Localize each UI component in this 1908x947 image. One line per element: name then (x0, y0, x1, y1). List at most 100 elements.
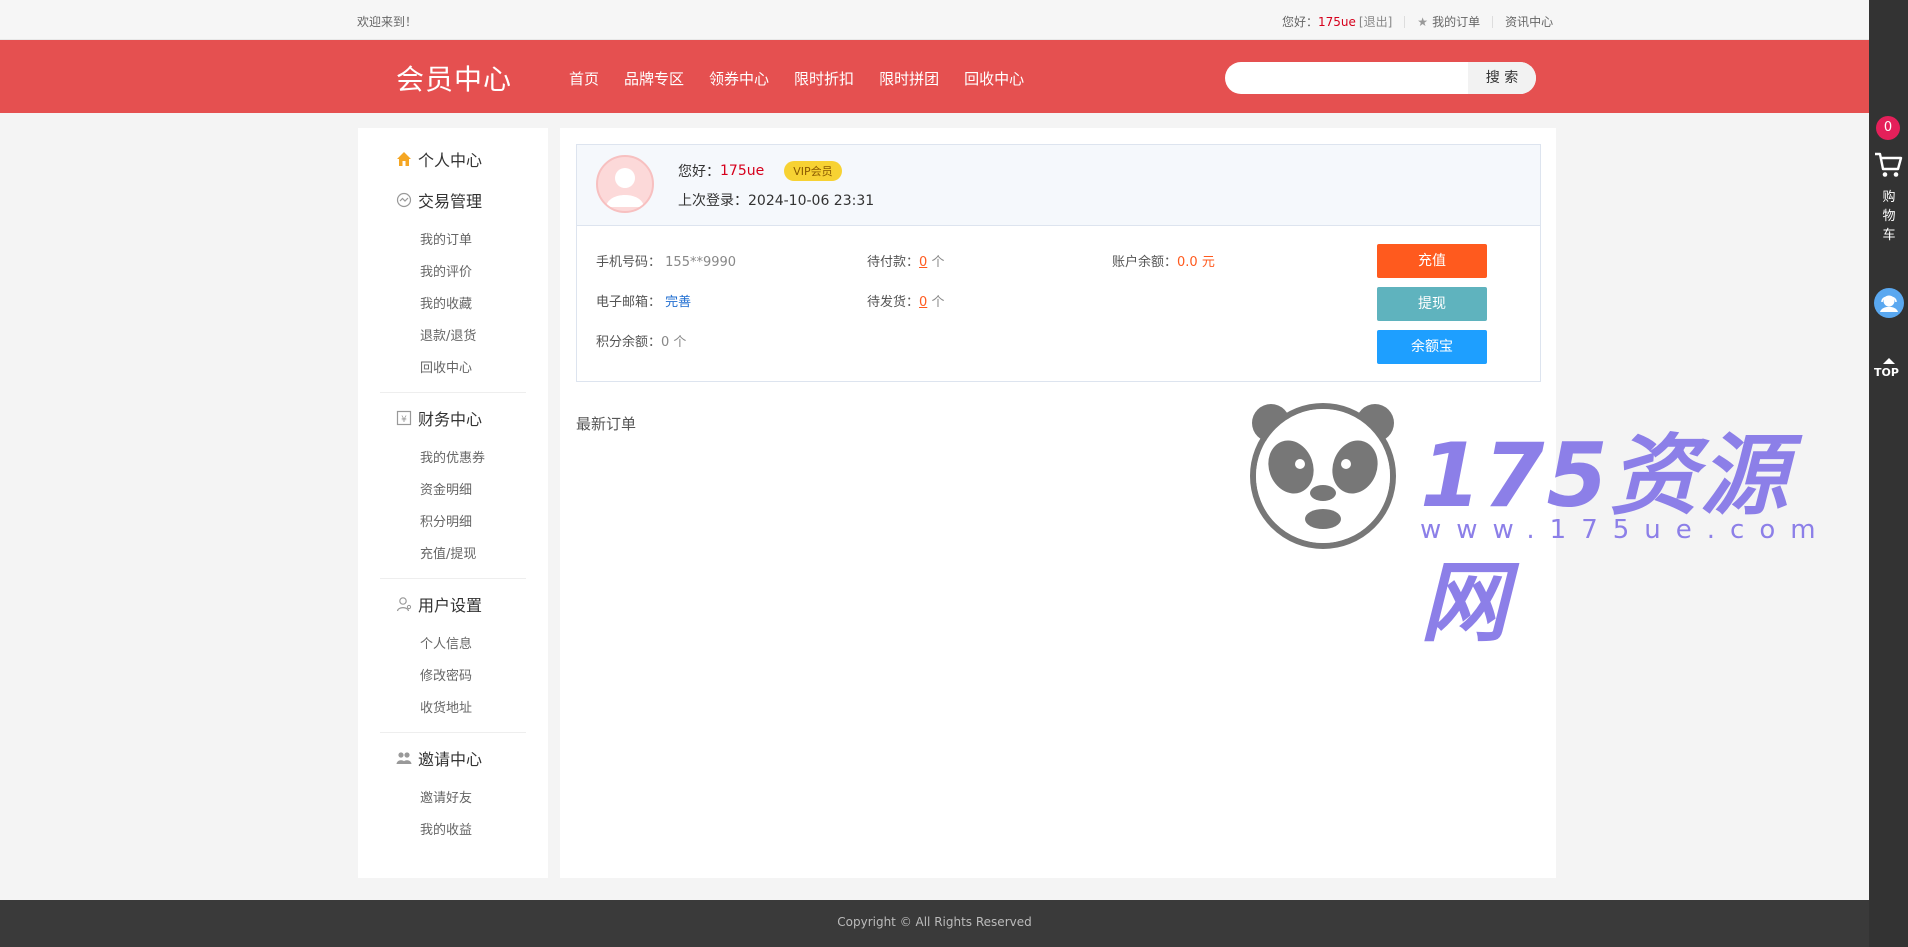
cart-icon[interactable] (1873, 151, 1903, 179)
finance-icon: ¥ (396, 410, 412, 426)
last-login: 上次登录：2024-10-06 23:31 (678, 190, 874, 210)
search-box: 搜 索 (1225, 62, 1536, 94)
pending-ship-count[interactable]: 0 (919, 295, 927, 310)
footer: Copyright © All Rights Reserved (0, 900, 1869, 947)
nav-item-group-buy[interactable]: 限时拼团 (879, 68, 939, 89)
sidebar-item-change-password[interactable]: 修改密码 (420, 665, 472, 684)
top-username-link[interactable]: 175ue (1318, 15, 1356, 29)
sidebar-group-label: 邀请中心 (418, 750, 483, 769)
search-button[interactable]: 搜 索 (1468, 62, 1536, 94)
profile-card: 您好： 175ue VIP会员 上次登录：2024-10-06 23:31 手机… (576, 144, 1541, 382)
arrow-up-icon[interactable] (1882, 357, 1896, 365)
profile-greeting: 您好： 175ue VIP会员 (678, 161, 842, 181)
sidebar-item-recycle-center[interactable]: 回收中心 (420, 357, 472, 376)
sidebar-group-label: 财务中心 (418, 410, 483, 429)
points-info: 积分余额：0 个 (596, 331, 686, 350)
hello-prefix: 您好： (1282, 15, 1319, 29)
hello-prefix: 您好： (678, 164, 720, 180)
avatar[interactable] (596, 155, 654, 213)
cart-label[interactable]: 购物车 (1881, 188, 1897, 245)
transaction-icon (396, 192, 412, 208)
search-input[interactable] (1237, 66, 1457, 90)
cart-count-badge: 0 (1876, 116, 1900, 140)
welcome-text: 欢迎来到！ (357, 15, 418, 29)
sidebar-group-user-settings: 用户设置 (396, 592, 482, 616)
panda-logo-icon (1250, 403, 1396, 549)
divider (1492, 15, 1494, 28)
header: 会员中心 首页 品牌专区 领券中心 限时折扣 限时拼团 回收中心 搜 索 (0, 40, 1869, 113)
balance-value: 0.0 元 (1177, 255, 1215, 270)
profile-username: 175ue (720, 163, 765, 179)
pending-ship-label: 待发货： (867, 295, 920, 310)
recharge-button[interactable]: 充值 (1377, 244, 1487, 278)
complete-email-link[interactable]: 完善 (665, 295, 691, 310)
latest-orders-title: 最新订单 (576, 415, 637, 433)
last-login-label: 上次登录： (678, 193, 748, 209)
watermark-url: www.175ue.com (1420, 515, 1831, 545)
sidebar-item-my-favorites[interactable]: 我的收藏 (420, 293, 472, 312)
sidebar-item-my-orders[interactable]: 我的订单 (420, 229, 472, 248)
sidebar-item-refunds[interactable]: 退款/退货 (420, 325, 476, 344)
sidebar-group-label: 交易管理 (418, 192, 483, 211)
site-logo[interactable]: 会员中心 (396, 58, 512, 98)
nav-item-discount[interactable]: 限时折扣 (794, 68, 854, 89)
phone-label: 手机号码： (596, 255, 662, 270)
pending-payment-info: 待付款：0 个 (867, 251, 944, 270)
email-info: 电子邮箱： 完善 (596, 291, 691, 310)
divider (1404, 15, 1406, 28)
sidebar-group-label: 用户设置 (418, 596, 483, 615)
svg-text:¥: ¥ (401, 415, 407, 425)
sidebar-group-finance: ¥ 财务中心 (396, 406, 482, 430)
sidebar-item-fund-details[interactable]: 资金明细 (420, 479, 472, 498)
watermark: 175资源网 www.175ue.com (1247, 397, 1847, 654)
sidebar-item-personal-info[interactable]: 个人信息 (420, 633, 472, 652)
sidebar: 个人中心 交易管理 我的订单 我的评价 我的收藏 退款/退货 回收中心 ¥ 财务… (358, 128, 548, 878)
sidebar-item-my-reviews[interactable]: 我的评价 (420, 261, 472, 280)
withdraw-button[interactable]: 提现 (1377, 287, 1487, 321)
my-orders-link[interactable]: 我的订单 (1432, 13, 1480, 30)
vip-badge: VIP会员 (784, 161, 842, 181)
sidebar-item-my-earnings[interactable]: 我的收益 (420, 819, 472, 838)
phone-value: 155**9990 (665, 255, 737, 270)
balance-label: 账户余额： (1112, 255, 1178, 270)
nav-item-recycle[interactable]: 回收中心 (964, 68, 1024, 89)
sidebar-item-shipping-address[interactable]: 收货地址 (420, 697, 472, 716)
divider (380, 578, 526, 579)
main-nav: 首页 品牌专区 领券中心 限时折扣 限时拼团 回收中心 (569, 68, 1049, 89)
top-bar-links: 您好： 175ue [退出] ★ 我的订单 资讯中心 (1282, 13, 1553, 30)
sidebar-item-recharge-withdraw[interactable]: 充值/提现 (420, 543, 476, 562)
points-label: 积分余额： (596, 335, 662, 350)
unit-label: 个 (931, 255, 945, 270)
sidebar-item-invite-friends[interactable]: 邀请好友 (420, 787, 472, 806)
nav-item-brands[interactable]: 品牌专区 (624, 68, 684, 89)
sidebar-group-transactions: 交易管理 (396, 188, 482, 212)
unit-label: 个 (931, 295, 945, 310)
points-value: 0 个 (661, 335, 687, 350)
pending-pay-label: 待付款： (867, 255, 920, 270)
pending-pay-count[interactable]: 0 (919, 255, 927, 270)
top-bar: 欢迎来到！ 您好： 175ue [退出] ★ 我的订单 资讯中心 (0, 0, 1869, 40)
customer-service-icon[interactable] (1873, 287, 1905, 319)
user-settings-icon (396, 596, 412, 612)
divider (380, 732, 526, 733)
balance-info: 账户余额：0.0 元 (1112, 251, 1215, 270)
pending-shipment-info: 待发货：0 个 (867, 291, 944, 310)
profile-header: 您好： 175ue VIP会员 上次登录：2024-10-06 23:31 (577, 145, 1540, 226)
last-login-value: 2024-10-06 23:31 (748, 193, 875, 209)
sidebar-group-invite: 邀请中心 (396, 746, 482, 770)
sidebar-item-personal-center[interactable]: 个人中心 (396, 147, 482, 171)
divider (380, 392, 526, 393)
yuebao-button[interactable]: 余额宝 (1377, 330, 1487, 364)
nav-item-coupons[interactable]: 领券中心 (709, 68, 769, 89)
nav-item-home[interactable]: 首页 (569, 68, 599, 89)
right-dock: 0 购物车 TOP (1869, 0, 1908, 947)
back-to-top-button[interactable]: TOP (1874, 366, 1899, 379)
news-center-link[interactable]: 资讯中心 (1505, 13, 1553, 30)
phone-info: 手机号码： 155**9990 (596, 251, 736, 270)
logout-link[interactable]: [退出] (1359, 13, 1392, 30)
copyright-text: Copyright © All Rights Reserved (837, 915, 1032, 929)
star-icon: ★ (1417, 14, 1429, 29)
sidebar-item-label: 个人中心 (418, 151, 483, 170)
sidebar-item-my-coupons[interactable]: 我的优惠券 (420, 447, 485, 466)
sidebar-item-points-details[interactable]: 积分明细 (420, 511, 472, 530)
